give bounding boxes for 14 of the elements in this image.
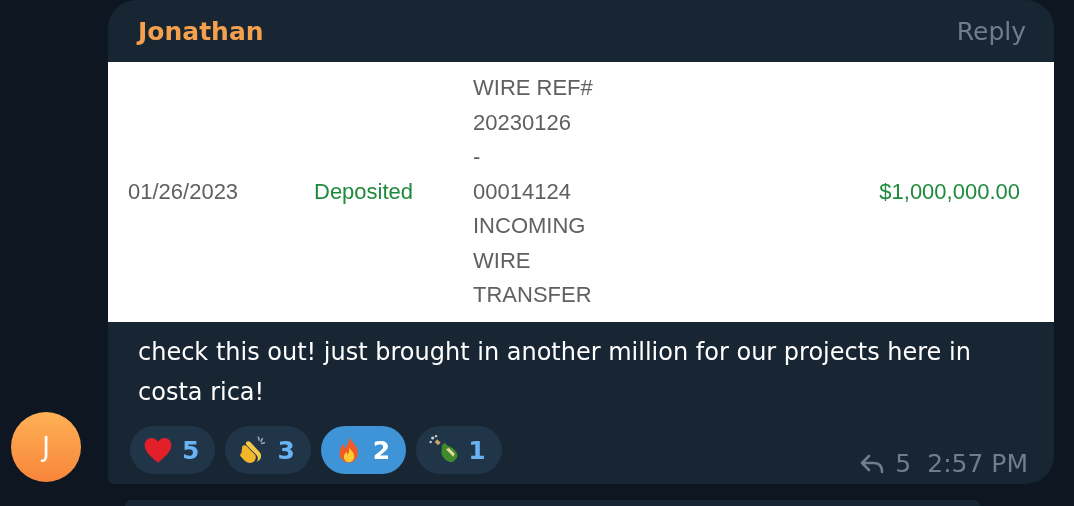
status-cell-text: Deposited [314, 179, 415, 205]
reply-button[interactable]: Reply [956, 16, 1026, 46]
reply-count: 5 [895, 449, 912, 478]
message-text: check this out! just brought in another million for our projects here in costa rica! [137, 337, 972, 408]
message-time: 2:57 PM [927, 449, 1028, 478]
reaction-chip[interactable]: 5 [130, 426, 216, 474]
reaction-chip[interactable]: 2 [320, 426, 407, 474]
sender-name: Jonathan [138, 16, 264, 46]
date-cell-text: 01/26/2023 [128, 179, 240, 205]
amount-cell: $1,000,000.00 [879, 179, 1020, 205]
description-cell-text: WIRE REF# 20230126 - 00014124 INCOMING WIRE TRANSFER [473, 74, 594, 310]
reaction-chip[interactable]: 1 [416, 426, 502, 474]
reaction-chip[interactable]: 3 [225, 426, 311, 474]
reply-icon [859, 452, 886, 475]
